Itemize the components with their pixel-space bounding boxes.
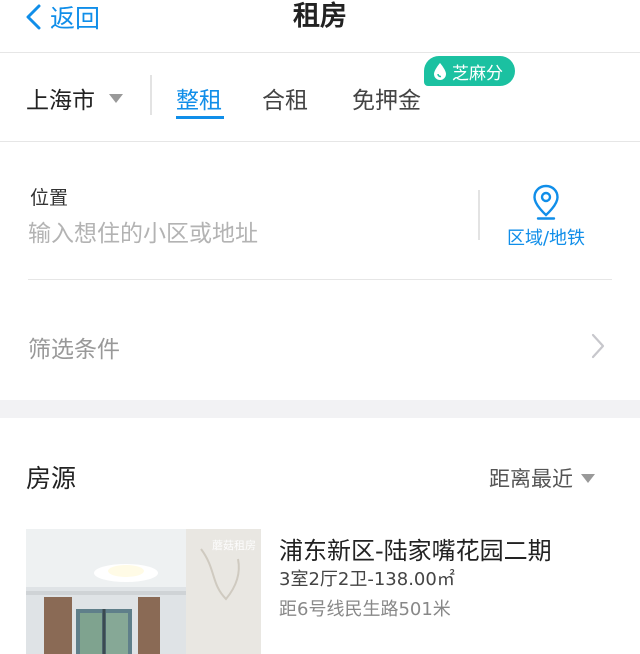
- zhima-credit-badge: 芝麻分: [424, 56, 515, 86]
- tab-shared-rent[interactable]: 合租: [262, 81, 308, 115]
- listing-distance: 距6号线民生路501米: [279, 599, 451, 620]
- chevron-right-icon: [591, 333, 605, 359]
- location-pin-icon: [533, 184, 559, 220]
- section-gap: [0, 400, 640, 418]
- city-selector[interactable]: 上海市: [26, 81, 123, 115]
- badge-label: 芝麻分: [452, 63, 503, 84]
- filter-conditions-row[interactable]: 筛选条件: [0, 280, 640, 400]
- page-title: 租房: [293, 1, 347, 32]
- divider: [478, 190, 480, 240]
- water-drop-icon: [434, 63, 446, 80]
- location-input[interactable]: [28, 221, 458, 247]
- area-subway-button[interactable]: 区域/地铁: [500, 184, 592, 250]
- sort-selector[interactable]: 距离最近: [489, 463, 595, 493]
- caret-down-icon: [581, 473, 595, 483]
- active-tab-indicator: [176, 116, 224, 119]
- area-subway-label: 区域/地铁: [506, 228, 586, 249]
- listings-section-title: 房源: [26, 464, 77, 493]
- listing-photo: 蘑菇租房: [26, 529, 261, 654]
- city-label: 上海市: [26, 88, 95, 114]
- listing-title: 浦东新区-陆家嘴花园二期: [279, 537, 552, 565]
- navigation-bar: 返回 租房: [0, 0, 640, 53]
- location-label: 位置: [30, 187, 69, 209]
- listing-spec: 3室2厅2卫-138.00㎡: [279, 569, 455, 590]
- caret-down-icon: [109, 93, 123, 103]
- rent-type-bar: 上海市 整租 合租 免押金 芝麻分: [0, 53, 640, 142]
- sort-label: 距离最近: [489, 467, 573, 491]
- tab-no-deposit[interactable]: 免押金: [352, 81, 421, 115]
- filter-label: 筛选条件: [28, 337, 120, 363]
- listing-item[interactable]: 蘑菇租房 浦东新区-陆家嘴花园二期 3室2厅2卫-138.00㎡ 距6号线民生路…: [0, 525, 640, 654]
- divider: [150, 75, 152, 115]
- listing-watermark: 蘑菇租房: [212, 539, 256, 552]
- tab-whole-rent[interactable]: 整租: [176, 81, 222, 115]
